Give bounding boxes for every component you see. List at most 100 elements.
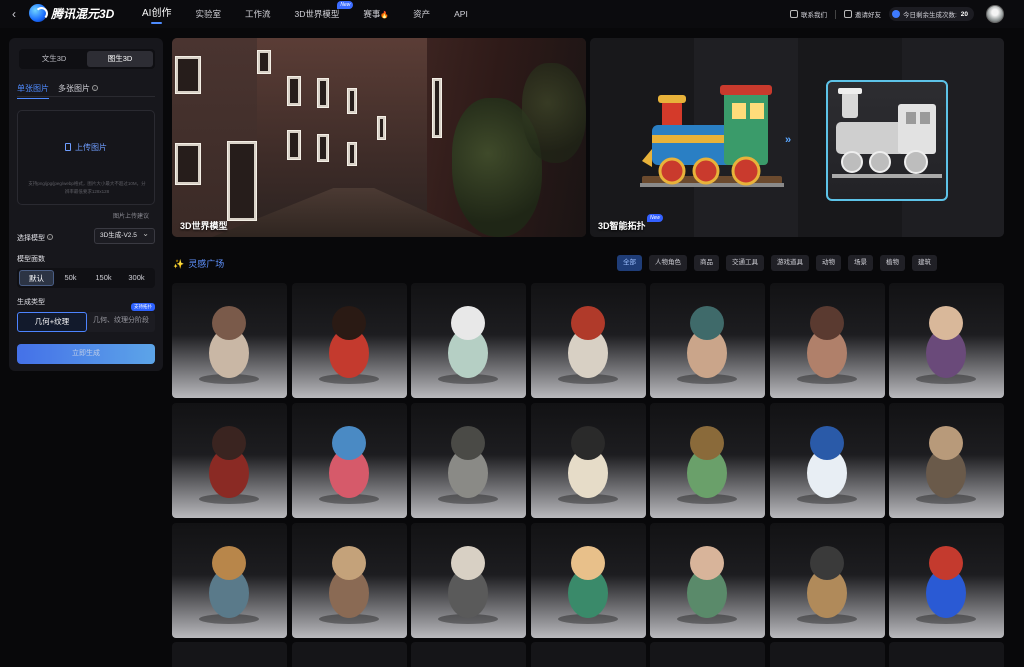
window bbox=[347, 88, 357, 114]
gen-type-options: 几何+纹理 几何、纹理分阶段 支持拓扑 bbox=[17, 303, 155, 332]
topology-badge: 支持拓扑 bbox=[131, 303, 155, 311]
gallery-card-dragon-plate[interactable] bbox=[291, 283, 407, 398]
filter-animals[interactable]: 动物 bbox=[816, 255, 841, 271]
gallery-card-partial[interactable] bbox=[411, 642, 526, 667]
nav-workflow[interactable]: 工作流 bbox=[245, 0, 271, 28]
gallery-card-partial[interactable] bbox=[291, 642, 407, 667]
gallery-card-staff-girl-figure[interactable] bbox=[650, 283, 765, 398]
avatar[interactable] bbox=[986, 5, 1004, 23]
filter-game-props[interactable]: 游戏道具 bbox=[771, 255, 809, 271]
category-filters: 全部 人物角色 商品 交通工具 游戏道具 动物 场景 植物 建筑 bbox=[617, 255, 937, 271]
gallery-card-woven-basket[interactable] bbox=[769, 523, 885, 638]
carved-mask-model bbox=[318, 546, 379, 624]
porcelain-horse-head-model bbox=[796, 426, 857, 504]
gallery-title-text: 灵感广场 bbox=[188, 259, 225, 269]
door bbox=[227, 141, 257, 221]
steampunk-robot-model bbox=[199, 546, 259, 624]
mechanical-music-box-model bbox=[916, 426, 976, 504]
window bbox=[175, 143, 201, 185]
filter-plants[interactable]: 植物 bbox=[880, 255, 905, 271]
gallery-card-partial[interactable] bbox=[650, 642, 765, 667]
gallery-card-partial[interactable] bbox=[769, 642, 885, 667]
generate-button[interactable]: 立即生成 bbox=[17, 344, 155, 364]
brand-logo[interactable]: 腾讯混元3D bbox=[29, 4, 114, 22]
upload-label: 上传图片 bbox=[75, 143, 107, 152]
faces-300k[interactable]: 300k bbox=[120, 270, 153, 286]
faces-150k[interactable]: 150k bbox=[87, 270, 120, 286]
white-train-model bbox=[832, 88, 942, 178]
gallery-card-carved-mask[interactable] bbox=[291, 523, 407, 638]
gallery-card-partial[interactable] bbox=[889, 642, 1004, 667]
gallery-card-scholar-figure[interactable] bbox=[530, 523, 646, 638]
filter-characters[interactable]: 人物角色 bbox=[649, 255, 687, 271]
tab-text-to-3d[interactable]: 文生3D bbox=[21, 51, 87, 67]
gallery-card-skull-character[interactable] bbox=[411, 523, 526, 638]
back-icon[interactable]: ‹ bbox=[12, 7, 16, 21]
faces-default[interactable]: 默认 bbox=[19, 270, 54, 286]
divider bbox=[17, 96, 155, 97]
inspiration-grid bbox=[172, 283, 1004, 638]
gen-type-geometry-texture[interactable]: 几何+纹理 bbox=[17, 312, 87, 332]
filter-scenes[interactable]: 场景 bbox=[848, 255, 873, 271]
nav-contest[interactable]: 赛事🔥 bbox=[363, 0, 389, 28]
generation-panel: 文生3D 图生3D 单张图片 多张图片 i 上传图片 支持png/jpg/jpeg… bbox=[9, 38, 163, 371]
nav-assets[interactable]: 资产 bbox=[413, 0, 430, 28]
gallery-card-captain-cat-figure[interactable] bbox=[530, 403, 646, 518]
arrow-icon: » bbox=[785, 134, 792, 146]
image-upload-area[interactable]: 上传图片 支持png/jpg/jpeg/webp格式，图片大小最大不超过10M，… bbox=[17, 110, 155, 205]
gallery-card-purple-hood-girl[interactable] bbox=[889, 283, 1004, 398]
window bbox=[175, 56, 201, 94]
banner-3d-world-model[interactable]: 3D世界模型 bbox=[172, 38, 586, 237]
gallery-card-dragon-boy-figure[interactable] bbox=[172, 283, 287, 398]
tab-image-to-3d[interactable]: 图生3D bbox=[87, 51, 153, 67]
faces-options: 默认 50k 150k 300k bbox=[17, 268, 155, 288]
captain-cat-figure-model bbox=[557, 426, 618, 504]
demon-mask-model bbox=[199, 426, 259, 504]
banner-smart-topology[interactable]: » 3D智能拓扑 New bbox=[590, 38, 1004, 237]
model-select[interactable]: 3D生成-V2.5 bbox=[94, 227, 155, 244]
gallery-card-silver-car[interactable] bbox=[411, 283, 526, 398]
gallery-card-grape-tree[interactable] bbox=[650, 403, 765, 518]
gallery-card-fox-mask[interactable] bbox=[769, 283, 885, 398]
woven-basket-model bbox=[796, 546, 857, 624]
gen-type-staged[interactable]: 几何、纹理分阶段 bbox=[87, 312, 155, 332]
upload-tips-link[interactable]: 图片上传建议 bbox=[113, 211, 149, 220]
ivy-plant bbox=[522, 63, 586, 163]
opera-headdress-model bbox=[318, 426, 379, 504]
fire-icon: 🔥 bbox=[380, 12, 390, 19]
brand-name: 腾讯混元3D bbox=[51, 6, 115, 21]
purple-hood-girl-model bbox=[916, 306, 976, 384]
filter-vehicles[interactable]: 交通工具 bbox=[726, 255, 764, 271]
nav-3d-world-model[interactable]: 3D世界模型 New bbox=[294, 0, 354, 28]
info-icon[interactable]: i bbox=[92, 85, 98, 91]
hunyuan-logo-icon bbox=[29, 4, 48, 22]
upload-button[interactable]: 上传图片 bbox=[18, 142, 154, 153]
contact-us-link[interactable]: 联系我们 bbox=[789, 9, 827, 19]
filter-architecture[interactable]: 建筑 bbox=[912, 255, 937, 271]
divider bbox=[834, 9, 836, 19]
gallery-card-partial[interactable] bbox=[172, 642, 287, 667]
filter-products[interactable]: 商品 bbox=[694, 255, 719, 271]
gallery-card-demon-mask[interactable] bbox=[172, 403, 287, 518]
gallery-card-leaf-boy-figure[interactable] bbox=[650, 523, 765, 638]
nav-lab[interactable]: 实验室 bbox=[195, 0, 221, 28]
gallery-card-porcelain-horse-head[interactable] bbox=[769, 403, 885, 518]
gallery-card-blue-robot-bug[interactable] bbox=[889, 523, 1004, 638]
new-badge: New bbox=[647, 214, 664, 222]
invite-friends-label: 邀请好友 bbox=[854, 12, 881, 19]
remaining-count-pill: 今日剩余生成次数: 20 bbox=[888, 7, 974, 21]
gallery-card-opera-headdress[interactable] bbox=[291, 403, 407, 518]
window bbox=[287, 76, 301, 106]
gallery-card-bronze-dog[interactable] bbox=[411, 403, 526, 518]
gallery-card-feather-dagger[interactable] bbox=[530, 283, 646, 398]
invite-friends-link[interactable]: 邀请好友 bbox=[843, 9, 881, 19]
leaf-boy-figure-model bbox=[677, 546, 737, 624]
nav-api[interactable]: API bbox=[454, 0, 468, 28]
gallery-card-steampunk-robot[interactable] bbox=[172, 523, 287, 638]
info-icon[interactable]: i bbox=[47, 234, 53, 240]
gallery-card-partial[interactable] bbox=[530, 642, 646, 667]
filter-all[interactable]: 全部 bbox=[617, 255, 642, 271]
faces-50k[interactable]: 50k bbox=[54, 270, 87, 286]
gallery-card-mechanical-music-box[interactable] bbox=[889, 403, 1004, 518]
nav-ai-create[interactable]: AI创作 bbox=[142, 0, 171, 28]
